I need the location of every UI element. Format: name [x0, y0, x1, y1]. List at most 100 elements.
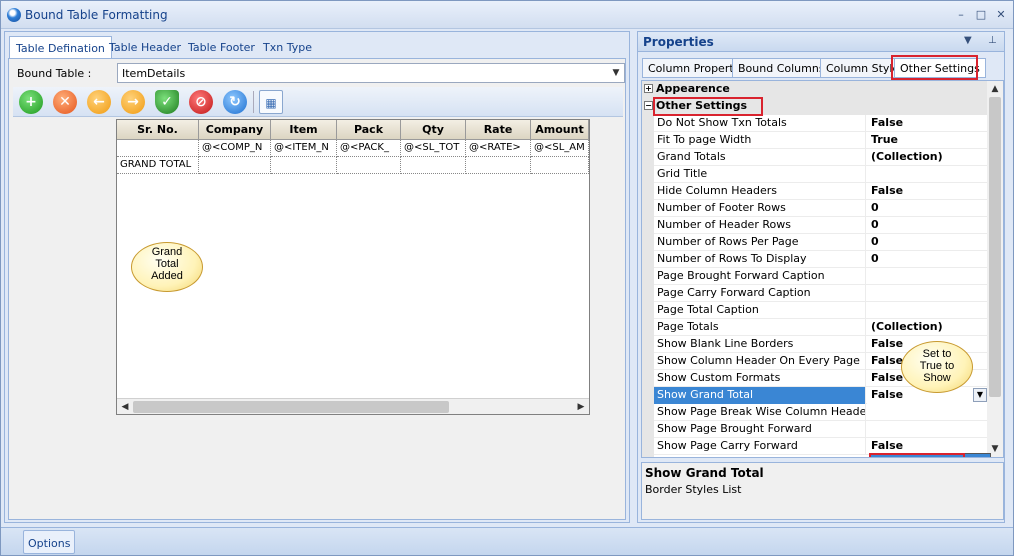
column-header[interactable]: Rate [466, 120, 531, 140]
shield-check-icon[interactable]: ✓ [155, 90, 179, 114]
grid-cell[interactable] [117, 140, 199, 157]
property-value[interactable] [867, 268, 988, 285]
callout-line: Added [151, 270, 183, 282]
collapse-icon[interactable]: − [644, 101, 653, 110]
pin-icon[interactable]: ⊥ [988, 35, 997, 46]
tab-txn-type[interactable]: Txn Type [257, 36, 318, 58]
column-header[interactable]: Pack [337, 120, 401, 140]
property-row[interactable]: Number of Rows To Display 0 [654, 251, 989, 268]
minimize-button[interactable]: – [953, 7, 969, 23]
column-header[interactable]: Company [199, 120, 271, 140]
property-value[interactable]: 0 [867, 251, 988, 268]
highlight-true-option [869, 453, 965, 457]
grid-cell[interactable] [401, 157, 466, 174]
show-grand-total-dropdown[interactable]: TrueFalse [869, 453, 991, 457]
property-value[interactable]: 0 [867, 200, 988, 217]
chevron-down-icon[interactable]: ▼ [973, 388, 987, 402]
add-icon[interactable]: + [19, 90, 43, 114]
maximize-button[interactable]: □ [973, 7, 989, 23]
property-row[interactable]: Show Page Break Wise Column Header [654, 404, 989, 421]
stop-icon[interactable]: ⊘ [189, 90, 213, 114]
grid-cell[interactable]: @<ITEM_N [271, 140, 337, 157]
back-icon[interactable]: ← [87, 90, 111, 114]
grid-cell[interactable]: @<RATE> [466, 140, 531, 157]
property-value[interactable] [867, 421, 988, 438]
property-row[interactable]: Fit To page Width True [654, 132, 989, 149]
toolbar: + ✕ ← → ✓ ⊘ ↻ ▦ [13, 87, 623, 117]
refresh-icon[interactable]: ↻ [223, 90, 247, 114]
property-value[interactable]: False [867, 115, 988, 132]
property-name: Grand Totals [654, 149, 866, 166]
scroll-up-icon[interactable]: ▲ [987, 81, 1003, 97]
property-row[interactable]: Grand Totals (Collection) [654, 149, 989, 166]
column-header[interactable]: Item [271, 120, 337, 140]
column-header[interactable]: Sr. No. [117, 120, 199, 140]
property-value[interactable] [867, 302, 988, 319]
forward-icon[interactable]: → [121, 90, 145, 114]
property-value[interactable]: (Collection) [867, 149, 988, 166]
tab-table-defination[interactable]: Table Defination [9, 36, 112, 59]
property-row[interactable]: Grid Title [654, 166, 989, 183]
grid-cell[interactable]: GRAND TOTAL [117, 157, 199, 174]
property-row[interactable]: Page Totals (Collection) [654, 319, 989, 336]
category-appearence[interactable]: + Appearence [642, 81, 989, 98]
property-value[interactable] [867, 404, 988, 421]
scroll-thumb[interactable] [989, 97, 1001, 397]
scroll-left-icon[interactable]: ◀ [117, 399, 133, 414]
property-row[interactable]: Show Page Brought Forward [654, 421, 989, 438]
chevron-down-icon[interactable]: ▼ [608, 64, 624, 82]
property-value[interactable]: 0 [867, 234, 988, 251]
grid-cell[interactable]: @<COMP_N [199, 140, 271, 157]
property-name: Page Carry Forward Caption [654, 285, 866, 302]
close-button[interactable]: ✕ [993, 7, 1009, 23]
grid-cell[interactable] [466, 157, 531, 174]
tab-bound-columns[interactable]: Bound Columns [732, 58, 831, 78]
tab-column-property[interactable]: Column Property [642, 58, 747, 78]
property-value[interactable]: 0 [867, 217, 988, 234]
grid-cell[interactable]: @<SL_AM [531, 140, 589, 157]
tab-table-header[interactable]: Table Header [103, 36, 187, 58]
dropdown-arrow-icon[interactable]: ▼ [964, 35, 972, 46]
grid-cell[interactable] [337, 157, 401, 174]
delete-icon[interactable]: ✕ [53, 90, 77, 114]
scroll-thumb[interactable] [133, 401, 449, 413]
status-bar: Options [1, 527, 1013, 555]
expand-icon[interactable]: + [644, 84, 653, 93]
property-row[interactable]: Page Brought Forward Caption [654, 268, 989, 285]
property-vertical-scrollbar[interactable]: ▲ ▼ [987, 81, 1003, 457]
column-header[interactable]: Amount [531, 120, 589, 140]
tab-table-footer[interactable]: Table Footer [182, 36, 261, 58]
grid-cell[interactable]: @<PACK_ [337, 140, 401, 157]
property-name: Fit To page Width [654, 132, 866, 149]
property-row[interactable]: Number of Header Rows 0 [654, 217, 989, 234]
property-value[interactable]: True [867, 132, 988, 149]
property-row[interactable]: Number of Rows Per Page 0 [654, 234, 989, 251]
property-grid: + Appearence − Other Settings Do Not Sho… [641, 80, 1004, 458]
property-row[interactable]: Number of Footer Rows 0 [654, 200, 989, 217]
bound-table-select[interactable]: ItemDetails ▼ [117, 63, 625, 83]
layout-icon[interactable]: ▦ [259, 90, 283, 114]
property-name: Page Total Caption [654, 302, 866, 319]
property-value[interactable]: (Collection) [867, 319, 988, 336]
app-icon [7, 8, 21, 22]
title-bar: Bound Table Formatting – □ ✕ [1, 1, 1013, 29]
grid-cell[interactable]: @<SL_TOT [401, 140, 466, 157]
property-name: Show Page Break Wise Column Header [654, 404, 866, 421]
grid-cell[interactable] [531, 157, 589, 174]
property-row[interactable]: Do Not Show Txn Totals False [654, 115, 989, 132]
grid-cell[interactable] [199, 157, 271, 174]
options-button[interactable]: Options [23, 530, 76, 554]
property-value[interactable] [867, 285, 988, 302]
grid-cell[interactable] [271, 157, 337, 174]
property-row[interactable]: Page Carry Forward Caption [654, 285, 989, 302]
property-row[interactable]: Hide Column Headers False [654, 183, 989, 200]
scroll-right-icon[interactable]: ▶ [573, 399, 589, 414]
property-value[interactable] [867, 166, 988, 183]
property-row[interactable]: Page Total Caption [654, 302, 989, 319]
property-name: Page Brought Forward Caption [654, 268, 866, 285]
property-value[interactable]: False [867, 183, 988, 200]
grid-horizontal-scrollbar[interactable]: ◀ ▶ [117, 398, 589, 414]
column-header[interactable]: Qty [401, 120, 466, 140]
callout-line: Total [155, 258, 179, 270]
property-name: Grid Title [654, 166, 866, 183]
